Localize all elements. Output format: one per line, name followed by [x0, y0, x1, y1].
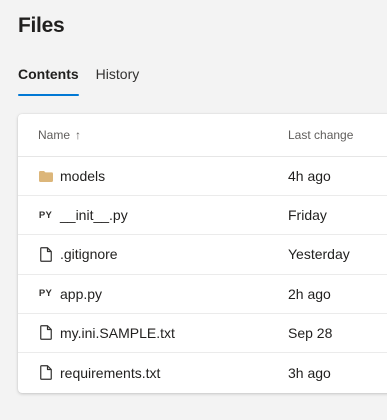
table-row[interactable]: PY __init__.py Friday — [18, 196, 387, 236]
files-table: Name ↑ Last change models 4h ago PY __in… — [18, 114, 387, 393]
last-change: Friday — [288, 207, 327, 224]
file-list: models 4h ago PY __init__.py Friday .git… — [18, 157, 387, 392]
table-header: Name ↑ Last change — [18, 114, 387, 157]
file-icon — [38, 365, 53, 381]
last-change: 2h ago — [288, 285, 331, 302]
arrow-up-icon: ↑ — [75, 128, 82, 142]
tab-contents[interactable]: Contents — [18, 66, 79, 96]
file-name[interactable]: .gitignore — [60, 246, 118, 262]
file-icon — [38, 246, 53, 262]
last-change: 3h ago — [288, 364, 331, 381]
last-change: 4h ago — [288, 168, 331, 185]
column-header-name-label: Name — [38, 128, 71, 142]
file-name[interactable]: models — [60, 168, 105, 184]
last-change: Sep 28 — [288, 324, 333, 341]
python-file-icon: PY — [38, 209, 53, 221]
column-header-name[interactable]: Name ↑ — [38, 128, 81, 142]
page-title: Files — [18, 14, 65, 37]
table-row[interactable]: .gitignore Yesterday — [18, 235, 387, 275]
table-row[interactable]: models 4h ago — [18, 157, 387, 197]
table-row[interactable]: requirements.txt 3h ago — [18, 353, 387, 392]
file-name[interactable]: app.py — [60, 286, 102, 302]
table-row[interactable]: PY app.py 2h ago — [18, 275, 387, 314]
tab-history[interactable]: History — [96, 66, 140, 92]
tab-bar: Contents History — [18, 66, 140, 96]
python-file-icon: PY — [38, 288, 53, 300]
column-header-last-change[interactable]: Last change — [288, 128, 353, 142]
table-row[interactable]: my.ini.SAMPLE.txt Sep 28 — [18, 314, 387, 353]
folder-icon — [38, 168, 53, 184]
file-icon — [38, 325, 53, 341]
file-name[interactable]: __init__.py — [60, 207, 128, 223]
file-name[interactable]: my.ini.SAMPLE.txt — [60, 325, 175, 341]
last-change: Yesterday — [288, 246, 350, 263]
file-name[interactable]: requirements.txt — [60, 365, 160, 381]
